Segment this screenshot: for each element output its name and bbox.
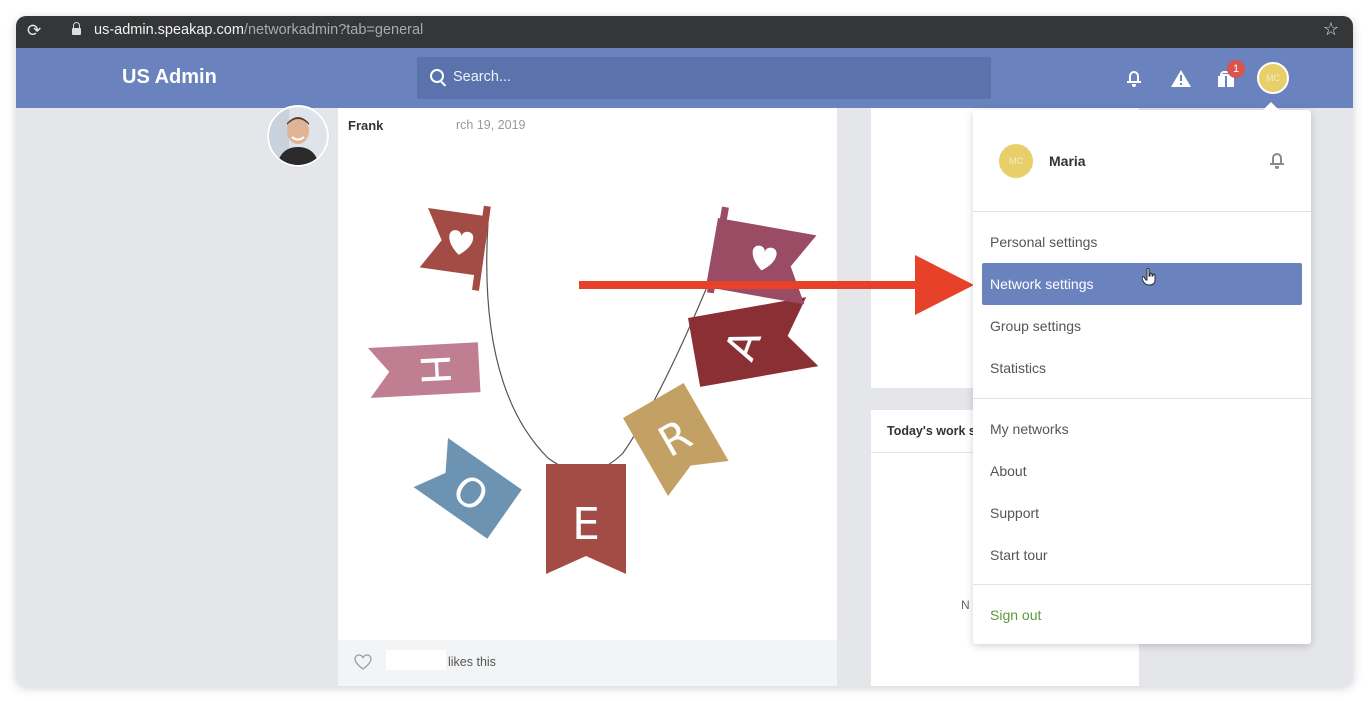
post-author[interactable]: Frank: [348, 118, 383, 133]
search-placeholder: Search...: [453, 69, 512, 85]
menu-item-personal-settings[interactable]: Personal settings: [982, 221, 1302, 263]
like-heart-icon[interactable]: [354, 654, 372, 670]
work-schedule-title: Today's work s: [887, 424, 976, 438]
menu-item-label: Support: [990, 505, 1040, 521]
likes-text[interactable]: likes this: [448, 655, 496, 669]
menu-item-label: Statistics: [990, 360, 1047, 376]
url-host: us-admin.speakap.com: [94, 22, 244, 38]
notification-badge: 1: [1227, 60, 1245, 78]
user-avatar-button[interactable]: MC: [1257, 62, 1289, 94]
browser-address-bar: ⟳ us-admin.speakap.com/networkadmin?tab=…: [16, 16, 1353, 48]
likes-names: [386, 650, 446, 670]
menu-item-support[interactable]: Support: [982, 492, 1302, 534]
lock-icon: [72, 22, 81, 37]
dropdown-user-header: MC Maria: [973, 110, 1311, 211]
menu-item-group-settings[interactable]: Group settings: [982, 305, 1302, 347]
user-notifications-bell-icon[interactable]: [1270, 153, 1284, 169]
post-date: rch 19, 2019: [456, 118, 526, 132]
post-card: Frank rch 19, 2019 H O E R A likes this: [338, 108, 837, 686]
search-input[interactable]: Search...: [417, 57, 991, 99]
menu-item-sign-out[interactable]: Sign out: [982, 594, 1302, 636]
flag-letter-e: E: [572, 499, 600, 550]
alert-warning-icon[interactable]: [1171, 70, 1191, 87]
url-path: /networkadmin?tab=general: [243, 22, 424, 38]
menu-item-start-tour[interactable]: Start tour: [982, 534, 1302, 576]
menu-item-statistics[interactable]: Statistics: [982, 347, 1302, 389]
menu-item-label: Network settings: [990, 276, 1094, 292]
menu-divider: [973, 584, 1311, 585]
author-avatar[interactable]: [267, 105, 329, 167]
flag-letter-h: H: [410, 353, 458, 385]
work-schedule-empty-text: N: [961, 598, 970, 612]
menu-divider: [973, 211, 1311, 212]
user-menu-dropdown: MC Maria Personal settings Network setti…: [973, 102, 1311, 644]
menu-item-about[interactable]: About: [982, 450, 1302, 492]
bookmark-star-icon[interactable]: ☆: [1323, 19, 1339, 40]
menu-item-label: Sign out: [990, 607, 1042, 623]
post-footer: likes this: [338, 640, 837, 686]
hand-cursor-icon: [1142, 268, 1156, 286]
menu-divider: [973, 398, 1311, 399]
dropdown-user-name[interactable]: Maria: [1049, 153, 1086, 169]
post-image-bunting[interactable]: H O E R A: [338, 188, 837, 608]
reload-icon[interactable]: ⟳: [27, 21, 41, 41]
brand-title[interactable]: US Admin: [122, 66, 217, 89]
url-field[interactable]: us-admin.speakap.com/networkadmin?tab=ge…: [94, 22, 423, 38]
app-header: US Admin Search... 1 MC: [16, 48, 1353, 108]
menu-item-label: My networks: [990, 421, 1069, 437]
search-icon: [430, 69, 444, 83]
menu-item-my-networks[interactable]: My networks: [982, 408, 1302, 450]
annotation-arrow: [579, 255, 974, 315]
menu-item-label: About: [990, 463, 1027, 479]
menu-item-label: Personal settings: [990, 234, 1098, 250]
dropdown-user-avatar[interactable]: MC: [999, 144, 1033, 178]
menu-item-label: Group settings: [990, 318, 1082, 334]
notifications-bell-icon[interactable]: [1127, 71, 1141, 87]
menu-item-label: Start tour: [990, 547, 1048, 563]
